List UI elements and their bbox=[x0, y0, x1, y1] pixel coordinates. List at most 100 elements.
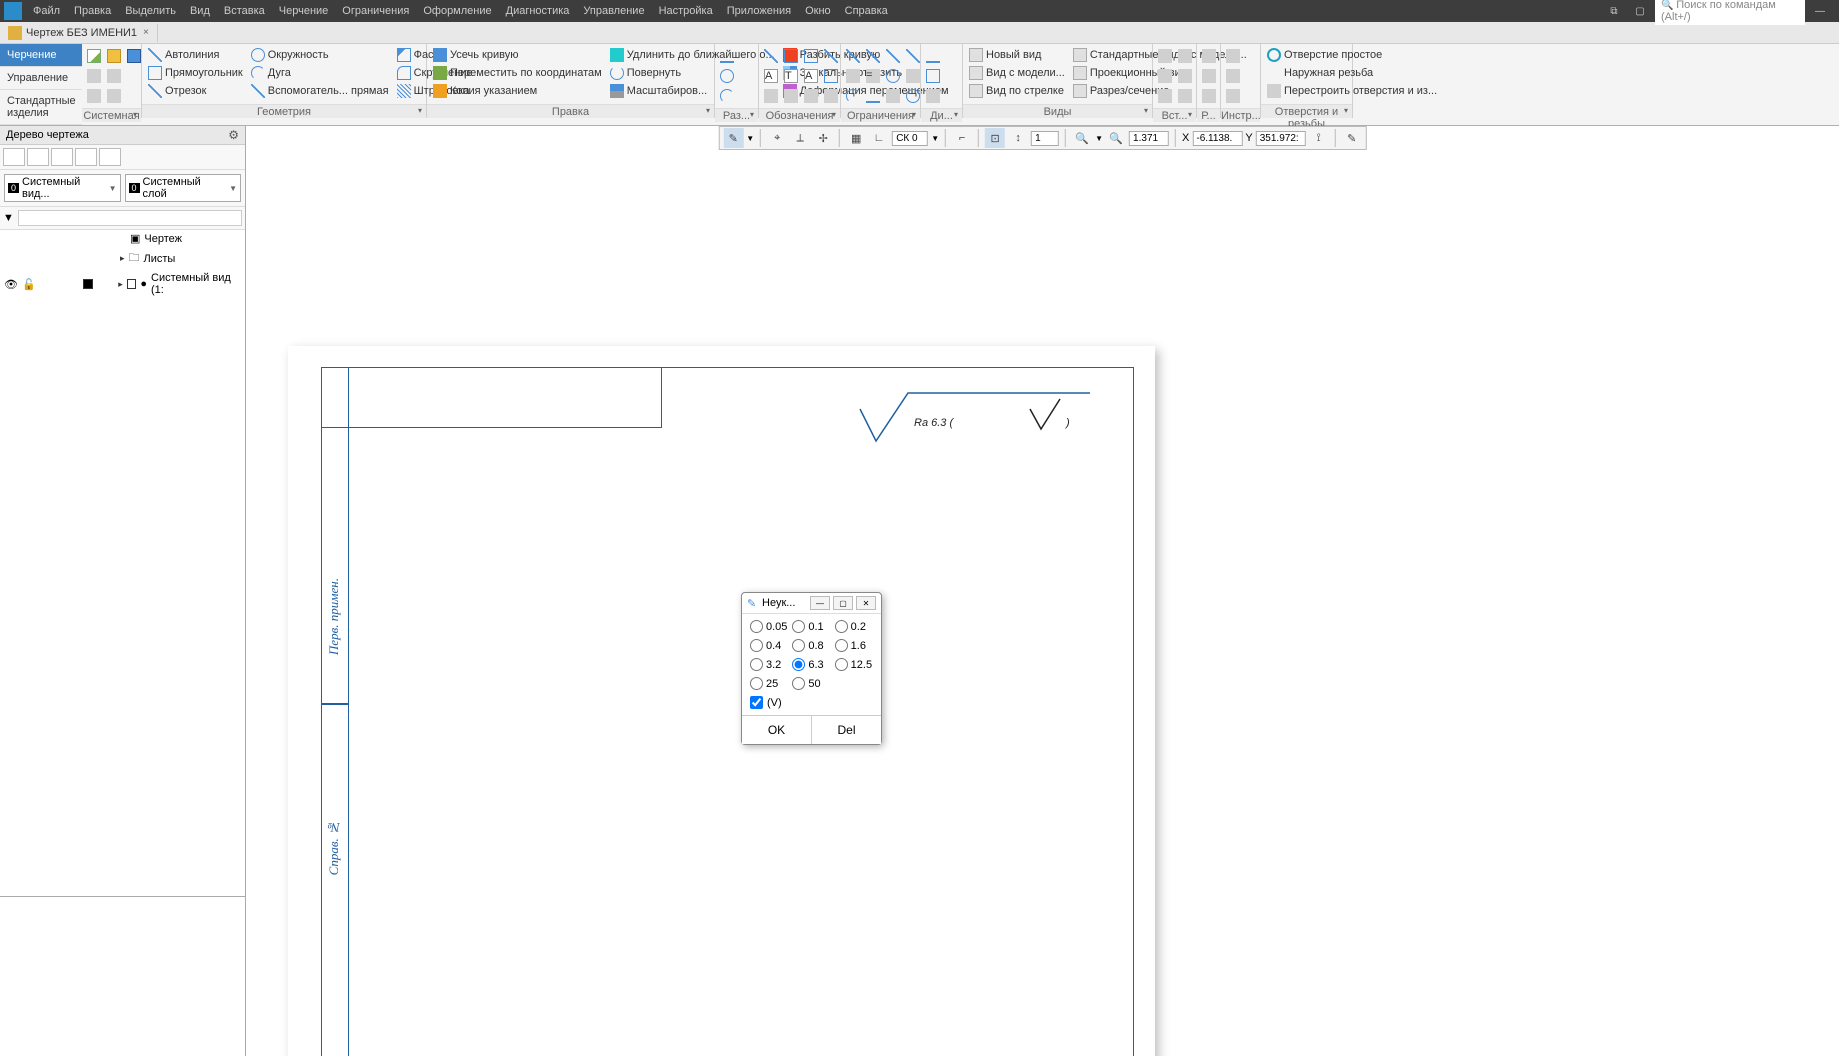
roughness-option-0.1[interactable]: 0.1 bbox=[792, 620, 830, 633]
expand-icon[interactable]: ▸ bbox=[120, 253, 125, 264]
tree-tb3[interactable] bbox=[51, 148, 73, 166]
arc-button[interactable]: Дуга bbox=[247, 64, 393, 82]
roughness-option-0.2[interactable]: 0.2 bbox=[835, 620, 873, 633]
arrow-view-button[interactable]: Вид по стрелке bbox=[965, 82, 1069, 100]
coord-system-input[interactable] bbox=[892, 131, 928, 146]
snap-point-button[interactable]: ⌖ bbox=[767, 128, 787, 148]
dialog-close-button[interactable]: ✕ bbox=[856, 596, 876, 610]
insert-hyper-button[interactable] bbox=[1155, 86, 1175, 106]
tree-tb5[interactable] bbox=[99, 148, 121, 166]
move-button[interactable]: Переместить по координатам bbox=[429, 64, 606, 82]
y-coord-input[interactable] bbox=[1256, 131, 1306, 146]
tree-root[interactable]: ▣ Чертеж bbox=[0, 230, 245, 247]
rectangle-button[interactable]: Прямоугольник bbox=[144, 64, 247, 82]
menu-diag[interactable]: Диагностика bbox=[499, 2, 577, 20]
roughness-option-6.3[interactable]: 6.3 bbox=[792, 658, 830, 671]
round-button[interactable]: ⊡ bbox=[985, 128, 1005, 148]
constr-conc-button[interactable] bbox=[903, 86, 923, 106]
constr-vert-button[interactable] bbox=[863, 46, 883, 66]
step-input[interactable] bbox=[1031, 131, 1059, 146]
ortho-button[interactable]: ∟ bbox=[869, 128, 889, 148]
tools-btn3[interactable] bbox=[1223, 86, 1243, 106]
constr-angle-button[interactable] bbox=[843, 86, 863, 106]
roughness-option-3.2[interactable]: 3.2 bbox=[750, 658, 788, 671]
roughness-option-12.5[interactable]: 12.5 bbox=[835, 658, 873, 671]
step-button[interactable]: ↕ bbox=[1008, 128, 1028, 148]
zoom-window-button[interactable]: 🔍 bbox=[1106, 128, 1126, 148]
roughness-option-1.6[interactable]: 1.6 bbox=[835, 639, 873, 652]
roughness-option-50[interactable]: 50 bbox=[792, 677, 830, 690]
constr-perp-button[interactable] bbox=[883, 46, 903, 66]
autoline-button[interactable]: Автолиния bbox=[144, 46, 247, 64]
circle-button[interactable]: Окружность bbox=[247, 46, 393, 64]
table-button[interactable] bbox=[821, 66, 841, 86]
constr-sym-button[interactable] bbox=[883, 86, 903, 106]
roughness-option-0.8[interactable]: 0.8 bbox=[792, 639, 830, 652]
axis-button[interactable] bbox=[801, 86, 821, 106]
tree-sheets[interactable]: ▸ 🗀 Листы bbox=[0, 247, 245, 270]
constr-fix-button[interactable] bbox=[903, 66, 923, 86]
roughness-option-0.05[interactable]: 0.05 bbox=[750, 620, 788, 633]
break-button[interactable] bbox=[821, 86, 841, 106]
constr-equal-button[interactable]: = bbox=[863, 66, 883, 86]
doc-tab-active[interactable]: Чертеж БЕЗ ИМЕНИ1 × bbox=[0, 24, 158, 42]
tolerance-button[interactable] bbox=[801, 46, 821, 66]
menu-help[interactable]: Справка bbox=[838, 2, 895, 20]
expand-icon[interactable]: ▸ bbox=[118, 279, 123, 290]
lock-icon[interactable]: 🔓 bbox=[22, 278, 36, 291]
measure-dist-button[interactable] bbox=[923, 46, 943, 66]
text2-button[interactable]: T bbox=[781, 66, 801, 86]
menu-select[interactable]: Выделить bbox=[118, 2, 183, 20]
dim-angle-button[interactable] bbox=[717, 86, 737, 106]
snap-toggle-button[interactable]: ⌐ bbox=[952, 128, 972, 148]
grid-button[interactable]: ▦ bbox=[846, 128, 866, 148]
insert-ole-button[interactable] bbox=[1175, 66, 1195, 86]
menu-insert[interactable]: Вставка bbox=[217, 2, 272, 20]
insert-obj-button[interactable] bbox=[1175, 86, 1195, 106]
close-tab-icon[interactable]: × bbox=[143, 27, 149, 38]
color-swatch[interactable] bbox=[83, 279, 93, 289]
roughness-option-0.4[interactable]: 0.4 bbox=[750, 639, 788, 652]
tree-tb2[interactable] bbox=[27, 148, 49, 166]
segment-button[interactable]: Отрезок bbox=[144, 82, 247, 100]
ribbon-tab-drawing[interactable]: Черчение bbox=[0, 44, 82, 67]
insert-frag-button[interactable] bbox=[1155, 46, 1175, 66]
dialog-max-button[interactable]: ▢ bbox=[833, 596, 853, 610]
paren-v-checkbox[interactable] bbox=[750, 696, 763, 709]
cursor-pos-button[interactable]: ⟟ bbox=[1309, 128, 1329, 148]
menu-view[interactable]: Вид bbox=[183, 2, 217, 20]
measure-mass-button[interactable] bbox=[923, 86, 943, 106]
model-view-button[interactable]: Вид с модели... bbox=[965, 64, 1069, 82]
redo-button[interactable] bbox=[104, 86, 124, 106]
insert-macro-button[interactable] bbox=[1155, 66, 1175, 86]
menu-constr[interactable]: Ограничения bbox=[335, 2, 416, 20]
autotext-button[interactable]: A bbox=[801, 66, 821, 86]
tree-filter-input[interactable] bbox=[18, 210, 242, 226]
print-button[interactable] bbox=[84, 66, 104, 86]
measure-area-button[interactable] bbox=[923, 66, 943, 86]
tree-tb1[interactable] bbox=[3, 148, 25, 166]
constr-parallel-button[interactable] bbox=[903, 46, 923, 66]
menu-format[interactable]: Оформление bbox=[416, 2, 498, 20]
undo-button[interactable] bbox=[84, 86, 104, 106]
roughness-button[interactable] bbox=[761, 46, 781, 66]
dim-diameter-button[interactable] bbox=[717, 66, 737, 86]
tools-btn2[interactable] bbox=[1223, 66, 1243, 86]
hole-simple-button[interactable]: Отверстие простое bbox=[1263, 46, 1441, 64]
misc-btn3[interactable] bbox=[1199, 86, 1219, 106]
pointer-tool-button[interactable]: ✎ bbox=[723, 128, 743, 148]
edit-button[interactable]: ✎ bbox=[1342, 128, 1362, 148]
menu-settings[interactable]: Настройка bbox=[652, 2, 720, 20]
wave-button[interactable] bbox=[781, 86, 801, 106]
current-layer-combo[interactable]: 0Системный слой▼ bbox=[125, 174, 242, 202]
window-minimize-icon[interactable]: — bbox=[1809, 2, 1831, 20]
roughness-option-25[interactable]: 25 bbox=[750, 677, 788, 690]
gear-icon[interactable]: ⚙ bbox=[228, 128, 239, 142]
menu-edit[interactable]: Правка bbox=[67, 2, 118, 20]
dim-linear-button[interactable] bbox=[717, 46, 737, 66]
tree-tb4[interactable] bbox=[75, 148, 97, 166]
new-view-button[interactable]: Новый вид bbox=[965, 46, 1069, 64]
command-search[interactable]: 🔍 Поиск по командам (Alt+/) bbox=[1655, 0, 1805, 25]
ribbon-tab-manage[interactable]: Управление bbox=[0, 67, 82, 90]
new-button[interactable] bbox=[84, 46, 104, 66]
